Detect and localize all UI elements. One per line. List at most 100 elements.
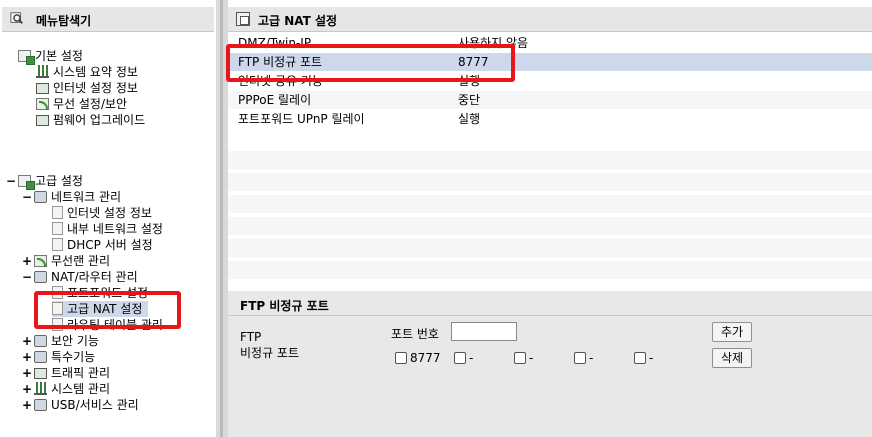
tree-wireless-management[interactable]: + 무선랜 관리 [22,253,110,269]
tree-item-internet-info[interactable]: 인터넷 설정 정보 [36,80,138,96]
folder-icon [18,50,35,65]
table-row[interactable]: 인터넷 공유 기능 실행 [228,72,872,90]
main-header: 고급 NAT 설정 [228,7,872,32]
menu-explorer-title: 메뉴탐색기 [36,14,92,28]
delete-button[interactable]: 삭제 [712,348,753,368]
wireless-icon [34,255,47,267]
tree-nat-router-management[interactable]: − NAT/라우터 관리 [22,269,138,285]
checkbox[interactable] [454,352,466,364]
tree-item-advanced-nat[interactable]: 고급 NAT 설정 [52,301,149,317]
tree-label: 기본 설정 [35,49,83,63]
window-icon [236,12,250,26]
expand-icon[interactable]: + [22,253,34,269]
upgrade-icon [36,115,49,126]
port-checkbox-item[interactable]: - [634,351,653,365]
tree-item-system-summary[interactable]: 시스템 요약 정보 [36,64,138,80]
bar-chart-icon [36,65,49,78]
collapse-icon[interactable]: − [6,173,18,189]
tree-basic-settings[interactable]: 기본 설정 [18,48,83,65]
port-checkbox-item[interactable]: 8777 [395,351,441,365]
expand-icon[interactable]: + [22,333,34,349]
special-icon [34,351,47,363]
table-row[interactable]: FTP 비정규 포트 8777 [228,53,872,71]
collapse-icon[interactable]: − [22,189,34,205]
expand-icon[interactable]: + [22,397,34,413]
tree-label: 라우팅 테이블 관리 [67,318,163,332]
row-value: 실행 [458,74,481,88]
detail-title: FTP 비정규 포트 [240,299,329,313]
page-icon [52,302,63,315]
table-row[interactable]: 포트포워드 UPnP 릴레이 실행 [228,110,872,128]
detail-label-line2: 비정규 포트 [240,346,300,360]
table-row[interactable]: PPPoE 릴레이 중단 [228,91,872,109]
page-icon [52,238,63,251]
tree-item-firmware-upgrade[interactable]: 펌웨어 업그레이드 [36,112,145,128]
tree-item-lan-setting[interactable]: 내부 네트워크 설정 [52,221,163,237]
menu-explorer-panel: 메뉴탐색기 기본 설정 시스템 요약 정보 인터넷 설정 정보 무선 설정/보안… [0,0,216,437]
row-key: FTP 비정규 포트 [238,55,323,69]
detail-label: FTP 비정규 포트 [240,329,299,361]
tree-label: 펌웨어 업그레이드 [53,113,146,127]
table-row[interactable]: DMZ/Twin-IP 사용하지 않음 [228,34,872,52]
row-value: 중단 [458,93,481,107]
wireless-icon [36,98,49,110]
row-value: 사용하지 않음 [458,36,529,50]
tree-item-port-forward[interactable]: 포트포워드 설정 [52,285,148,301]
tree-label: DHCP 서버 설정 [67,238,153,252]
tree-label: 시스템 요약 정보 [53,65,138,79]
tree-item-routing-table[interactable]: 라우팅 테이블 관리 [52,317,163,333]
divider [228,315,872,316]
panel-splitter[interactable] [216,0,228,437]
tree-label: 트래픽 관리 [51,366,111,380]
tree-item-internet-setting[interactable]: 인터넷 설정 정보 [52,205,152,221]
tree-label: 보안 기능 [51,334,99,348]
row-key: PPPoE 릴레이 [238,93,312,107]
tree-label: 네트워크 관리 [51,190,122,204]
tree-network-management[interactable]: − 네트워크 관리 [22,189,121,205]
tree-traffic[interactable]: + 트래픽 관리 [22,365,110,381]
router-icon [34,271,47,283]
collapse-icon[interactable]: − [22,269,34,285]
row-key: DMZ/Twin-IP [238,36,312,50]
port-checkbox-item[interactable]: - [574,351,593,365]
checkbox[interactable] [514,352,526,364]
tree-label: 인터넷 설정 정보 [67,206,152,220]
expand-icon[interactable]: + [22,381,34,397]
tree-label: NAT/라우터 관리 [51,270,138,284]
tree-label: 무선 설정/보안 [53,97,128,111]
port-number-input[interactable] [451,322,517,341]
menu-explorer-header: 메뉴탐색기 [2,7,214,32]
tree-advanced-settings[interactable]: − 고급 설정 [6,173,83,190]
tree-item-dhcp-setting[interactable]: DHCP 서버 설정 [52,237,153,253]
tree-usb-service[interactable]: + USB/서비스 관리 [22,397,139,413]
checkbox[interactable] [634,352,646,364]
checkbox[interactable] [574,352,586,364]
security-icon [34,335,47,347]
tree-label: 내부 네트워크 설정 [67,222,163,236]
ftp-port-detail-panel: FTP 비정규 포트 FTP 비정규 포트 포트 번호 추가 삭제 8777 -… [228,291,872,437]
tree-label: 고급 설정 [35,174,83,188]
expand-icon[interactable]: + [22,365,34,381]
row-value: 8777 [458,55,489,69]
tree-special-functions[interactable]: + 특수기능 [22,349,95,365]
tree-label: 무선랜 관리 [51,254,111,268]
port-checkbox-item[interactable]: - [454,351,473,365]
checkbox[interactable] [395,352,407,364]
tree-system-management[interactable]: + 시스템 관리 [22,381,110,397]
add-button[interactable]: 추가 [712,322,753,342]
search-icon [10,12,23,24]
tree-security[interactable]: + 보안 기능 [22,333,99,349]
main-content-panel: 고급 NAT 설정 DMZ/Twin-IP 사용하지 않음 FTP 비정규 포트… [226,0,872,437]
page-icon [52,222,63,235]
port-checkbox-item[interactable]: - [514,351,533,365]
tree-label: 인터넷 설정 정보 [53,81,138,95]
bar-chart-icon [34,382,47,395]
empty-row [228,239,872,257]
port-checkbox-label: - [589,351,594,365]
port-number-label: 포트 번호 [391,327,439,341]
expand-icon[interactable]: + [22,349,34,365]
tree-item-wireless-security[interactable]: 무선 설정/보안 [36,96,127,112]
traffic-icon [34,368,47,379]
empty-row [228,151,872,169]
folder-icon [18,175,35,190]
